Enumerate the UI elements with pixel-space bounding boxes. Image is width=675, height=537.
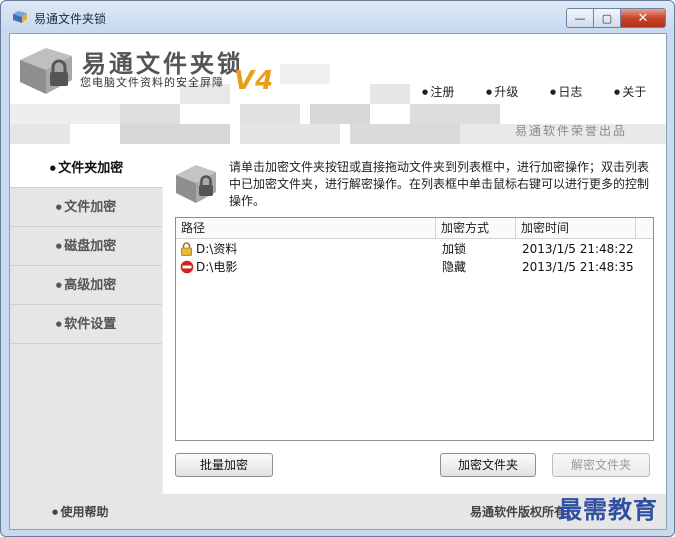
minimize-button[interactable]: — <box>566 8 594 28</box>
window-title: 易通文件夹锁 <box>34 12 107 26</box>
app-subtitle: 您电脑文件资料的安全屏障 <box>80 76 224 89</box>
decrypt-folder-button[interactable]: 解密文件夹 <box>552 453 650 477</box>
footer: 使用帮助 易通软件版权所有 最需教育 <box>10 494 666 529</box>
row-time: 2013/1/5 21:48:35 <box>522 260 634 274</box>
row-path: D:\电影 <box>196 260 238 274</box>
help-link[interactable]: 使用帮助 <box>52 503 109 520</box>
sidebar-item-file-encrypt[interactable]: 文件加密 <box>10 188 162 227</box>
sidebar-item-disk-encrypt[interactable]: 磁盘加密 <box>10 227 162 266</box>
column-time[interactable]: 加密时间 <box>516 218 636 238</box>
encrypted-folder-list[interactable]: 路径 加密方式 加密时间 D:\资料 加锁 2013/1/5 21:48:22 <box>175 217 654 441</box>
column-path[interactable]: 路径 <box>176 218 436 238</box>
list-row[interactable]: D:\资料 加锁 2013/1/5 21:48:22 <box>176 240 653 258</box>
sidebar-item-folder-encrypt[interactable]: 文件夹加密 <box>10 149 163 188</box>
folder-lock-logo-icon <box>20 48 72 94</box>
copyright-text: 易通软件版权所有 <box>470 505 567 519</box>
app-window: 易通文件夹锁 — ▢ ✕ 易通文件夹锁 您电脑文件资料的安全屏障 V4 ● 注册… <box>0 0 675 537</box>
close-button[interactable]: ✕ <box>620 8 666 28</box>
menu-upgrade[interactable]: 升级 <box>486 83 518 100</box>
watermark: 最需教育 <box>558 495 658 524</box>
batch-encrypt-button[interactable]: 批量加密 <box>175 453 273 477</box>
banner: 易通文件夹锁 您电脑文件资料的安全屏障 V4 注册 升级 日志 关于 易通软件荣… <box>10 34 666 149</box>
sidebar: 文件夹加密 文件加密 磁盘加密 高级加密 软件设置 <box>10 149 163 494</box>
menu-about[interactable]: 关于 <box>614 83 646 100</box>
hidden-icon <box>180 260 194 274</box>
folder-lock-icon <box>176 165 216 203</box>
menu-register[interactable]: 注册 <box>422 83 454 100</box>
maximize-button[interactable]: ▢ <box>594 8 620 28</box>
main-panel: 请单击加密文件夹按钮或直接拖动文件夹到列表框中，进行加密操作；双击列表中已加密文… <box>163 149 666 494</box>
brand-note: 易通软件荣誉出品 <box>515 124 628 138</box>
lock-icon <box>181 242 192 256</box>
menu-log[interactable]: 日志 <box>550 83 582 100</box>
row-time: 2013/1/5 21:48:22 <box>522 242 634 256</box>
encrypt-folder-button[interactable]: 加密文件夹 <box>440 453 536 477</box>
row-method: 加锁 <box>442 242 467 256</box>
client-area: 易通文件夹锁 您电脑文件资料的安全屏障 V4 注册 升级 日志 关于 易通软件荣… <box>9 33 667 530</box>
list-header: 路径 加密方式 加密时间 <box>176 218 653 239</box>
column-method[interactable]: 加密方式 <box>436 218 516 238</box>
app-title-icon <box>13 11 27 23</box>
sidebar-item-advanced-encrypt[interactable]: 高级加密 <box>10 266 162 305</box>
list-row[interactable]: D:\电影 隐藏 2013/1/5 21:48:35 <box>176 258 653 276</box>
title-bar[interactable]: 易通文件夹锁 — ▢ ✕ <box>1 1 674 33</box>
sidebar-item-settings[interactable]: 软件设置 <box>10 305 162 344</box>
version-label: V4 <box>234 66 275 96</box>
row-method: 隐藏 <box>442 260 467 274</box>
row-path: D:\资料 <box>196 242 238 256</box>
instructions-text: 请单击加密文件夹按钮或直接拖动文件夹到列表框中，进行加密操作；双击列表中已加密文… <box>229 160 650 208</box>
